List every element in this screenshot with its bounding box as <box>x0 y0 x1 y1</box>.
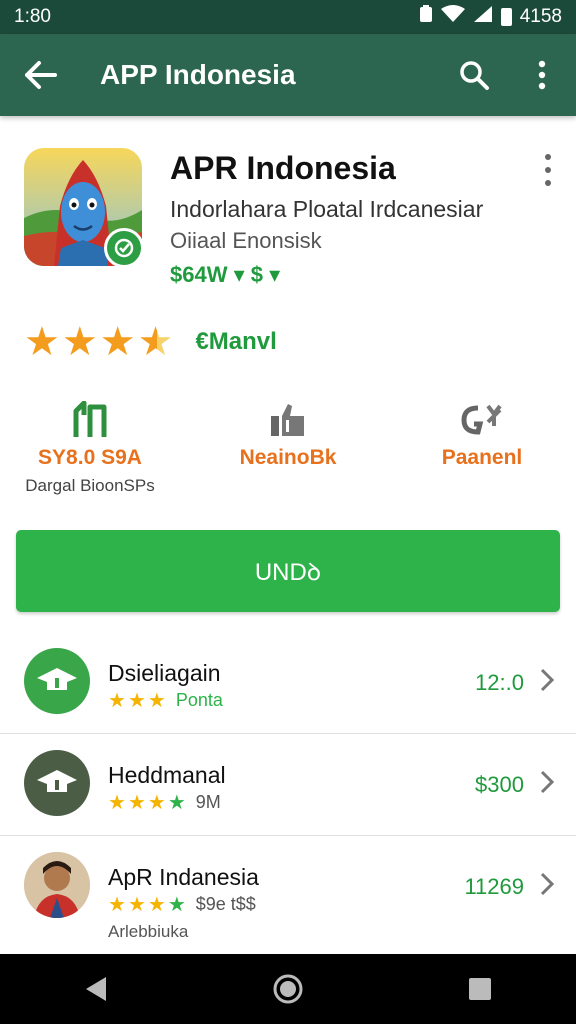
list-item[interactable]: Dsieliagain ★ ★ ★ Ponta 12:.0 <box>0 632 576 734</box>
half-star-icon: ★ <box>137 320 174 364</box>
hat-icon <box>24 750 90 816</box>
gesture-icon <box>392 400 572 440</box>
list-item-extra: Arlebbiuka <box>108 922 189 941</box>
nav-back-icon <box>86 977 106 1001</box>
search-button[interactable] <box>440 34 508 116</box>
notification-icon <box>419 5 433 29</box>
star-icon: ★ <box>127 689 146 712</box>
star-icon: ★ <box>61 320 98 364</box>
list-item-meta: $9e t$$ <box>195 894 256 914</box>
chevron-right-icon <box>540 872 555 903</box>
status-time: 1:80 <box>14 6 51 27</box>
stat-value: NeainoBk <box>239 446 337 469</box>
app-bar-title: APP Indonesia <box>100 59 296 90</box>
chevron-right-icon <box>540 668 555 699</box>
app-header: APR Indonesia Indorlahara Ploatal Irdcan… <box>0 140 576 300</box>
overflow-dot <box>545 180 551 187</box>
star-icon: ★ <box>108 893 126 916</box>
stat-value: Paanenl <box>441 446 523 469</box>
overflow-dot <box>545 166 551 173</box>
list-item-price: 11269 <box>464 874 524 899</box>
nav-back-button[interactable] <box>66 959 126 1019</box>
nav-recents-icon <box>469 978 491 1000</box>
list-item[interactable]: Heddmanal ★ ★ ★ ★ 9M $300 <box>0 734 576 836</box>
hat-icon <box>24 648 90 714</box>
system-nav-bar <box>0 954 576 1024</box>
list-item-price: 12:.0 <box>475 670 524 695</box>
app-bar: APP Indonesia <box>0 34 576 116</box>
star-icon: ★ <box>167 791 186 814</box>
back-button[interactable] <box>0 34 80 116</box>
install-button[interactable]: UNDꝺ <box>16 530 560 612</box>
overflow-menu-icon <box>545 153 551 160</box>
list-item-title: Heddmanal <box>108 762 226 788</box>
star-icon: ★ <box>108 791 126 814</box>
verified-badge-icon <box>104 228 144 268</box>
app-name: APR Indonesia <box>170 150 396 186</box>
chevron-right-icon <box>540 770 555 801</box>
avatar <box>24 852 90 918</box>
app-subtitle: Oiiaal Enonsisk <box>170 228 322 253</box>
rating-row[interactable]: ★ ★ ★ ★ €Manvl <box>24 318 277 366</box>
downloads-icon <box>0 400 180 440</box>
list-item-rating: ★ ★ ★ ★ $9e t$$ <box>108 894 256 915</box>
app-developer[interactable]: Indorlahara Ploatal Irdcanesiar <box>170 196 483 223</box>
star-icon: ★ <box>147 791 166 814</box>
status-icons: 4158 <box>419 5 562 29</box>
nav-recents-button[interactable] <box>450 959 510 1019</box>
list-item-meta: 9M <box>195 792 221 812</box>
app-options-button[interactable] <box>534 150 562 190</box>
star-icon: ★ <box>108 689 126 712</box>
star-icon: ★ <box>127 893 146 916</box>
nav-home-button[interactable] <box>258 959 318 1019</box>
star-icon: ★ <box>147 689 166 712</box>
star-icon: ★ <box>127 791 146 814</box>
star-icon: ★ <box>99 320 136 364</box>
stat-rating: NeainoBk <box>198 400 378 470</box>
status-bar: 1:80 4158 <box>0 0 576 34</box>
thumbs-icon <box>198 400 378 440</box>
app-price: $64W ▾ $ ▾ <box>170 262 281 287</box>
overflow-menu-icon <box>538 60 546 90</box>
signal-icon <box>473 5 493 29</box>
rating-label: €Manvl <box>195 328 277 355</box>
stat-caption: Dargal BioonSPs <box>25 476 155 495</box>
nav-home-icon <box>273 974 303 1004</box>
battery-icon <box>500 8 512 26</box>
search-icon <box>460 61 489 90</box>
related-apps-list: Dsieliagain ★ ★ ★ Ponta 12:.0 Heddmanal ★ ★… <box>0 632 576 941</box>
list-item-price: $300 <box>475 772 524 797</box>
list-item-rating: ★ ★ ★ ★ 9M <box>108 792 221 813</box>
overflow-menu-button[interactable] <box>508 34 576 116</box>
list-item-title: Dsieliagain <box>108 660 221 686</box>
battery-text: 4158 <box>519 6 562 27</box>
stat-value: SY8.0 S9A <box>38 446 142 469</box>
stat-category: Paanenl <box>392 400 572 470</box>
list-item-title: ApR Indanesia <box>108 864 259 890</box>
stats-row: SY8.0 S9A Dargal BioonSPs NeainoBk Paane… <box>0 400 576 500</box>
star-icon: ★ <box>167 893 186 916</box>
wifi-icon <box>440 5 465 29</box>
star-icon: ★ <box>147 893 166 916</box>
back-arrow-icon <box>25 61 57 89</box>
list-item-rating: ★ ★ ★ Ponta <box>108 690 223 711</box>
list-item[interactable]: ApR Indanesia ★ ★ ★ ★ $9e t$$ Arlebbiuka 11… <box>0 836 576 941</box>
list-item-meta: Ponta <box>175 690 223 710</box>
stat-downloads: SY8.0 S9A Dargal BioonSPs <box>0 400 180 496</box>
star-icon: ★ <box>24 320 60 364</box>
